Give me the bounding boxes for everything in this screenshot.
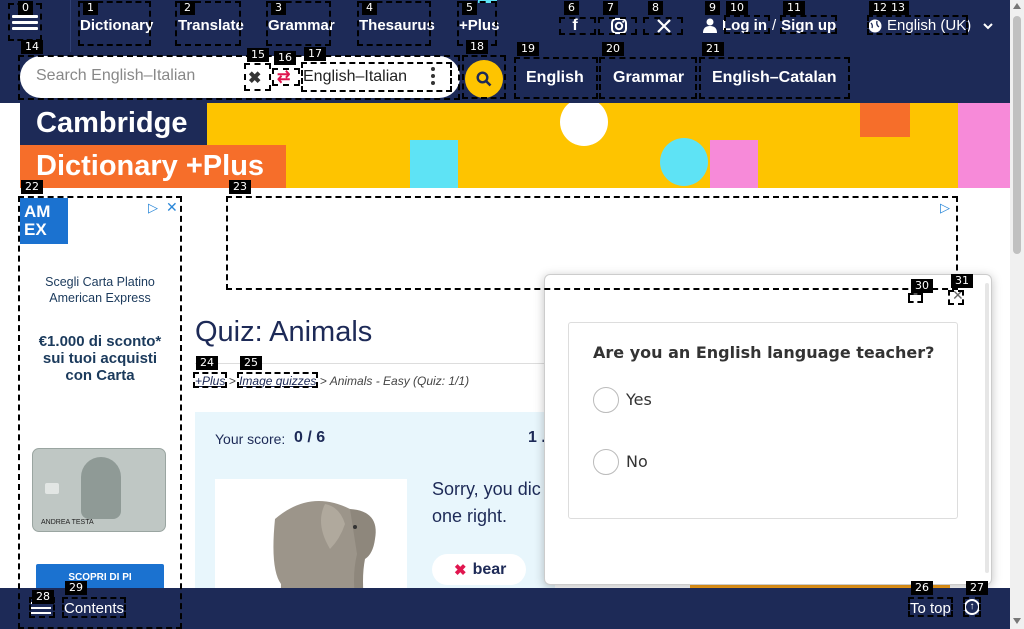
globe-icon: [868, 19, 882, 32]
minimize-icon[interactable]: [912, 292, 922, 295]
score-label: Your score:: [215, 431, 286, 447]
answer-label: bear: [472, 560, 507, 578]
adchoices-icon[interactable]: ▷: [148, 200, 158, 216]
wrong-icon: ✖: [454, 561, 467, 579]
login-area: Log in / Sign up: [703, 17, 836, 34]
contents-menu-icon[interactable]: [31, 599, 51, 617]
signup-link[interactable]: Sign up: [781, 17, 836, 34]
survey-question-card: Are you an English language teacher? Yes…: [568, 322, 958, 519]
decor-square: [860, 103, 910, 137]
language-selector[interactable]: English (UK): [868, 17, 994, 34]
divider: [70, 0, 71, 52]
feedback-line: one right.: [432, 506, 508, 526]
score-value: 0 / 6: [294, 429, 326, 446]
ad-headline: Scegli Carta Platino American Express: [45, 275, 155, 305]
close-icon[interactable]: ✕: [952, 287, 964, 304]
card-chip: [45, 483, 59, 494]
banner: Cambridge Dictionary +Plus: [0, 103, 1010, 188]
facebook-icon[interactable]: f: [563, 17, 587, 35]
language-label: English (UK): [887, 17, 972, 34]
close-icon[interactable]: ✕: [166, 199, 178, 216]
adchoices-icon[interactable]: ▷: [940, 200, 950, 216]
search-input[interactable]: [36, 67, 241, 85]
survey-popup: ✕ Are you an English language teacher? Y…: [544, 274, 992, 585]
search-box: ✖ ⇄ English–Italian: [20, 56, 460, 98]
search-button[interactable]: [465, 60, 503, 98]
decor-circle: [660, 138, 708, 186]
nav-translate[interactable]: Translate: [178, 17, 244, 34]
page: Dictionary Translate Grammar Thesaurus +…: [0, 0, 1024, 629]
radio-no[interactable]: [593, 449, 619, 475]
breadcrumb-separator: >: [319, 374, 327, 388]
user-icon: [703, 18, 717, 33]
arrow-up-icon[interactable]: ↑: [964, 599, 980, 615]
instagram-icon[interactable]: [607, 17, 631, 35]
login-link[interactable]: Log in: [722, 17, 767, 34]
nav-dictionary[interactable]: Dictionary: [80, 17, 153, 34]
scroll-thumb[interactable]: [1013, 16, 1021, 254]
amex-logo: AM EX: [20, 198, 68, 244]
menu-icon[interactable]: [12, 12, 38, 38]
ad-offer: €1.000 di sconto* sui tuoi acquisti con …: [38, 333, 162, 384]
radio-no-label[interactable]: No: [626, 452, 648, 471]
survey-question: Are you an English language teacher?: [593, 343, 935, 362]
feedback-line: Sorry, you dic: [432, 479, 541, 499]
breadcrumb-image-quizzes[interactable]: Image quizzes: [239, 374, 316, 388]
quick-link-english-catalan[interactable]: English–Catalan: [712, 69, 836, 87]
quick-link-grammar[interactable]: Grammar: [613, 69, 684, 87]
breadcrumb: +Plus > Image quizzes > Animals - Easy (…: [195, 374, 469, 388]
search-bar-row: ✖ ⇄ English–Italian English Grammar Engl…: [0, 52, 1010, 103]
nav-grammar[interactable]: Grammar: [268, 17, 335, 34]
card-portrait: [81, 457, 121, 519]
feedback-text: Sorry, you dic one right.: [432, 476, 552, 530]
chevron-down-icon: [983, 22, 993, 29]
side-ad[interactable]: AM EX ▷ ✕ Scegli Carta Platino American …: [20, 198, 180, 629]
search-icon: [476, 71, 492, 87]
decor-square: [710, 140, 758, 188]
breadcrumb-separator: >: [228, 374, 236, 388]
bottom-bar: Contents To top ↑: [0, 588, 1010, 629]
radio-yes[interactable]: [593, 387, 619, 413]
more-options-icon[interactable]: [430, 66, 436, 86]
to-top-link[interactable]: To top: [910, 600, 951, 617]
decor-panel: [958, 103, 1010, 188]
nav-plus[interactable]: +Plus: [459, 17, 499, 34]
plus-accent: [478, 0, 497, 3]
page-scrollbar[interactable]: [1010, 0, 1024, 629]
popup-scrollbar[interactable]: [985, 283, 989, 573]
answer-option[interactable]: ✖ bear: [432, 554, 526, 585]
scroll-down-arrow[interactable]: [1013, 618, 1021, 624]
nav-thesaurus[interactable]: Thesaurus: [359, 17, 435, 34]
swap-icon[interactable]: ⇄: [277, 67, 290, 87]
contents-link[interactable]: Contents: [64, 600, 124, 617]
page-title: Quiz: Animals: [195, 316, 373, 348]
brand-subtitle: Dictionary +Plus: [20, 145, 286, 188]
breadcrumb-plus[interactable]: +Plus: [195, 374, 225, 388]
radio-yes-label[interactable]: Yes: [626, 390, 652, 409]
breadcrumb-current: Animals - Easy (Quiz: 1/1): [329, 374, 470, 388]
decor-square: [410, 140, 458, 188]
login-separator: /: [772, 17, 777, 34]
dictionary-select[interactable]: English–Italian: [303, 68, 407, 86]
x-icon[interactable]: [652, 17, 676, 35]
card-image: ANDREA TESTA: [32, 448, 166, 532]
quick-link-english[interactable]: English: [526, 69, 584, 87]
scroll-up-arrow[interactable]: [1013, 3, 1021, 9]
divider: [195, 363, 545, 364]
top-nav: Dictionary Translate Grammar Thesaurus +…: [0, 0, 1010, 52]
brand-title: Cambridge: [20, 103, 207, 145]
card-holder: ANDREA TESTA: [41, 519, 94, 526]
clear-icon[interactable]: ✖: [248, 68, 261, 88]
